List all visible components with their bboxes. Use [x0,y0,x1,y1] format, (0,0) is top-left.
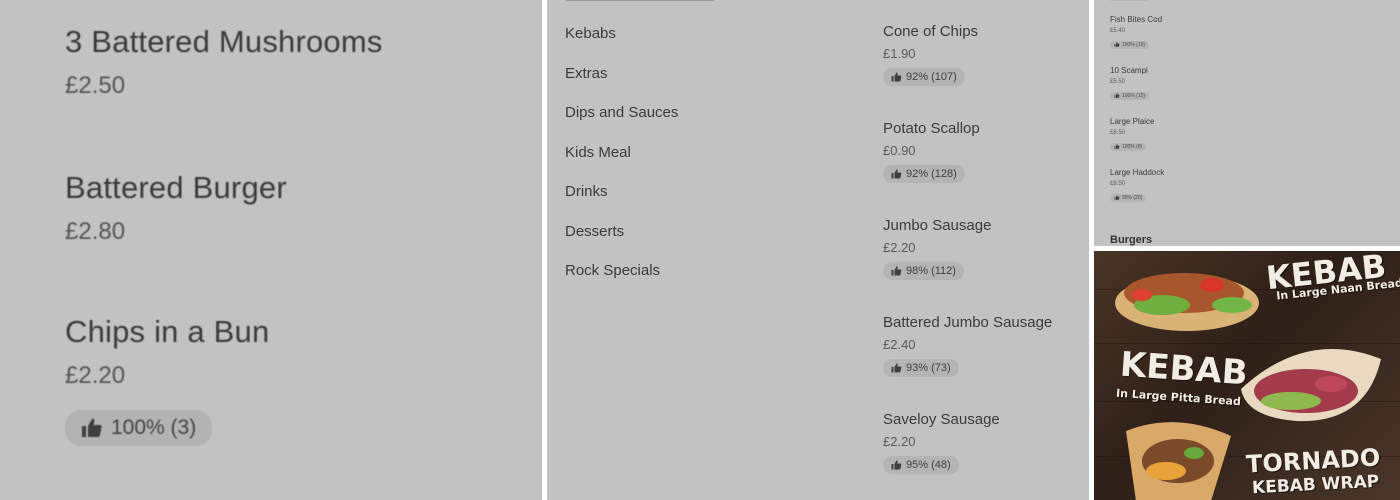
thumbs-up-icon [891,363,902,373]
menu-item[interactable]: 3 Battered Mushrooms £2.50 [65,24,383,100]
menu-item[interactable]: Fish Bites Cod £5.40 100% (19) [1110,15,1162,52]
item-price: £5.40 [1110,28,1126,34]
thumbs-up-icon [1114,42,1120,47]
rating-text: 100% (15) [1122,92,1146,99]
category-link-extras[interactable]: Extras [565,65,608,82]
item-price: £1.90 [883,46,916,61]
category-link-kebabs[interactable]: Kebabs [565,25,616,42]
thumbs-up-icon [891,72,902,82]
thumbs-up-icon [891,169,902,179]
cut-off-heading [565,0,715,1]
category-link-rock-specials[interactable]: Rock Specials [565,262,660,279]
item-price: £2.80 [65,218,126,245]
category-link-kids-meal[interactable]: Kids Meal [565,144,631,161]
rating-text: 92% (107) [906,71,957,83]
rating-badge: 98% (112) [883,262,964,280]
menu-item[interactable]: Battered Burger £2.80 [65,170,287,246]
thumbs-up-icon [1114,144,1120,149]
item-price: £2.20 [883,434,916,449]
item-name: Battered Jumbo Sausage [883,314,1053,331]
thumbs-up-icon [1114,93,1120,98]
kebab-poster-image: KEBAB In Large Naan Bread KEBAB In Large… [1094,251,1400,500]
cut-off-badge [1110,0,1150,1]
item-name: Saveloy Sausage [883,411,1000,428]
item-name: Jumbo Sausage [883,217,992,234]
rating-badge: 92% (128) [883,165,965,183]
rating-text: 95% (48) [906,459,951,471]
category-link-dips-and-sauces[interactable]: Dips and Sauces [565,104,678,121]
menu-item[interactable]: Jumbo Sausage £2.20 98% (112) [883,217,991,281]
rating-badge: 100% (3) [65,410,213,446]
section-heading-burgers: Burgers [1110,234,1153,246]
item-name: Battered Burger [65,170,287,205]
rating-badge: 95% (20) [1110,193,1147,202]
item-name: 3 Battered Mushrooms [65,24,383,59]
menu-item[interactable]: Potato Scallop £0.90 92% (128) [883,120,980,184]
menu-panel: Kebabs Extras Dips and Sauces Kids Meal … [547,0,1089,500]
item-price: £2.20 [883,240,916,255]
rating-badge: 100% (19) [1110,40,1150,49]
item-price: £8.50 [1110,130,1126,136]
item-price: £2.50 [65,72,126,99]
rating-text: 100% (8) [1122,143,1143,150]
thumbs-up-icon [891,460,902,470]
item-name: Potato Scallop [883,120,980,137]
zoomed-menu-panel: 3 Battered Mushrooms £2.50 Battered Burg… [0,0,542,500]
rating-badge: 92% (107) [883,68,965,86]
small-menu-panel: Fish Bites Cod £5.40 100% (19) 10 Scampi… [1094,0,1400,246]
rating-text: 98% (112) [906,265,956,277]
item-price: £2.40 [883,337,916,352]
item-price: £0.90 [883,143,916,158]
thumbs-up-icon [891,266,902,276]
menu-item[interactable]: Battered Jumbo Sausage £2.40 93% (73) [883,314,1052,378]
rating-text: 93% (73) [906,362,951,374]
category-link-drinks[interactable]: Drinks [565,183,608,200]
thumbs-up-icon [82,418,102,437]
rating-text: 100% (19) [1122,41,1146,48]
item-price: £5.50 [1110,79,1126,85]
item-name: Chips in a Bun [65,314,270,349]
item-name: 10 Scampi [1110,66,1148,75]
rating-text: 100% (3) [111,416,197,439]
item-name: Cone of Chips [883,23,979,40]
thumbs-up-icon [1114,195,1120,200]
rating-text: 95% (20) [1122,194,1143,201]
item-name: Large Plaice [1110,117,1155,126]
category-link-desserts[interactable]: Desserts [565,223,624,240]
menu-item[interactable]: Large Haddock £8.50 95% (20) [1110,168,1164,205]
menu-item[interactable]: Large Plaice £8.50 100% (8) [1110,117,1154,154]
rating-text: 92% (128) [906,168,957,180]
item-name: Large Haddock [1110,168,1165,177]
rating-badge: 100% (8) [1110,142,1147,151]
menu-item[interactable]: Chips in a Bun £2.20 100% (3) [65,314,269,446]
menu-item[interactable]: Saveloy Sausage £2.20 95% (48) [883,411,1000,475]
item-name: Fish Bites Cod [1110,15,1163,24]
menu-item[interactable]: 10 Scampi £5.50 100% (15) [1110,66,1150,103]
rating-badge: 93% (73) [883,359,959,377]
item-price: £2.20 [65,362,126,389]
tornado-wrap-photo [1126,422,1231,500]
naan-kebab-photo [1115,273,1259,331]
pitta-kebab-photo [1241,349,1381,422]
item-price: £8.50 [1110,181,1126,187]
rating-badge: 100% (15) [1110,91,1150,100]
menu-item[interactable]: Cone of Chips £1.90 92% (107) [883,23,978,87]
rating-badge: 95% (48) [883,456,959,474]
